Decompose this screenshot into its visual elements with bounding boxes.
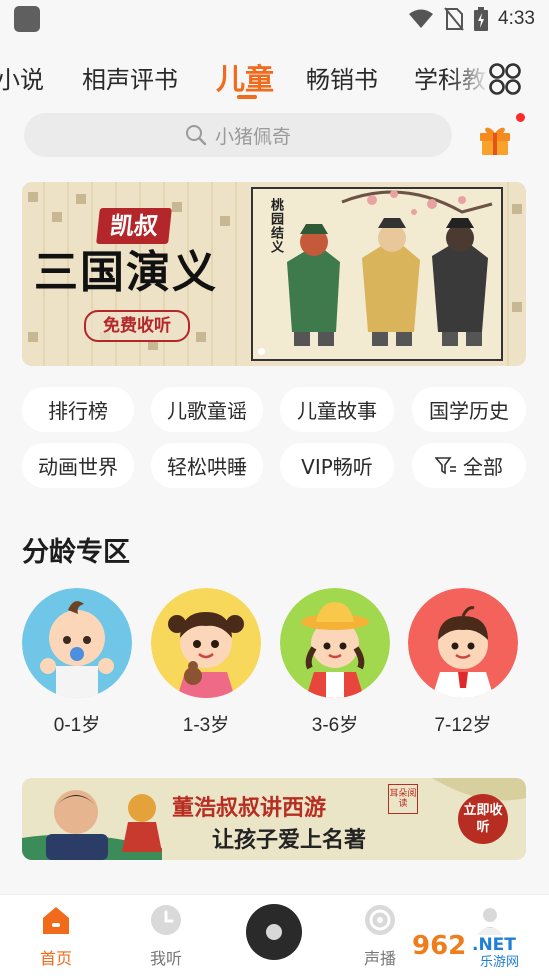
student-avatar-icon (408, 588, 518, 698)
tab-fade (450, 52, 490, 106)
watermark-suffix: .NET (472, 935, 516, 955)
chip-all[interactable]: 全部 (412, 443, 526, 488)
clock-icon (151, 905, 181, 935)
no-sim-icon (444, 7, 464, 31)
clock: 4:33 (498, 8, 535, 29)
banner-cta[interactable]: 免费收听 (84, 310, 190, 342)
gift-icon[interactable] (478, 122, 512, 156)
section-title-age: 分龄专区 (22, 537, 130, 568)
site-watermark-logo: 962 .NET 乐游网 (408, 928, 544, 970)
age-label: 3-6岁 (311, 715, 359, 736)
chip-sleep[interactable]: 轻松哄睡 (151, 443, 263, 488)
active-tab-indicator (237, 95, 257, 99)
watermark-sub: 乐游网 (480, 955, 519, 970)
tab-children[interactable]: 儿童 (216, 56, 274, 98)
disc-player-icon[interactable] (246, 904, 302, 960)
disc-center (266, 924, 282, 940)
tab-crosstalk[interactable]: 相声评书 (82, 60, 178, 95)
nav-listening[interactable]: 我听 (126, 903, 206, 969)
promo-subheadline: 让孩子爱上名著 (212, 827, 367, 853)
chip-all-label: 全部 (463, 455, 503, 479)
notification-dot (516, 113, 525, 122)
toddler-avatar-icon (151, 588, 261, 698)
tab-novel[interactable]: 小说 (0, 60, 44, 95)
baby-avatar-icon (22, 588, 132, 698)
age-group-1-3[interactable]: 1-3岁 (151, 588, 261, 736)
banner-caption: 桃园结义 (268, 198, 283, 254)
home-icon (43, 907, 69, 934)
category-tabs: 小说 相声评书 儿童 畅销书 学科教 (0, 52, 549, 106)
wifi-icon (409, 9, 434, 28)
child-avatar-icon (280, 588, 390, 698)
promo-banner[interactable]: 董浩叔叔讲西游 让孩子爱上名著 耳朵阅读 立即收听 (22, 778, 526, 860)
banner-title: 三国演义 (34, 247, 218, 298)
carousel-indicator (258, 348, 265, 355)
broadcast-icon (365, 905, 395, 935)
nav-listening-label: 我听 (149, 949, 182, 968)
chip-animation[interactable]: 动画世界 (22, 443, 134, 488)
age-label: 7-12岁 (434, 715, 492, 736)
nav-home-label: 首页 (39, 949, 72, 968)
chip-ranking[interactable]: 排行榜 (22, 387, 134, 432)
promo-headline: 董浩叔叔讲西游 (172, 795, 327, 821)
battery-icon (474, 7, 489, 31)
chip-vip[interactable]: VIP畅听 (280, 443, 394, 488)
watermark-number: 962 (412, 931, 466, 961)
hero-banner[interactable]: 凯叔 三国演义 免费收听 桃园结义 (22, 182, 526, 366)
status-icons: 4:33 (408, 6, 535, 32)
nav-home[interactable]: 首页 (16, 903, 96, 969)
chip-stories[interactable]: 儿童故事 (280, 387, 394, 432)
app-notification-icon (14, 6, 40, 32)
age-label: 0-1岁 (53, 715, 101, 736)
chip-history[interactable]: 国学历史 (412, 387, 526, 432)
all-categories-grid-icon[interactable] (488, 62, 522, 96)
tab-bestseller[interactable]: 畅销书 (306, 60, 378, 95)
age-group-3-6[interactable]: 3-6岁 (280, 588, 390, 736)
promo-cta-button[interactable]: 立即收听 (458, 794, 508, 844)
age-group-7-12[interactable]: 7-12岁 (408, 588, 518, 736)
filter-icon (435, 456, 456, 474)
chip-nursery-rhymes[interactable]: 儿歌童谣 (151, 387, 263, 432)
age-label: 1-3岁 (182, 715, 230, 736)
search-bar[interactable]: 小猪佩奇 (24, 113, 452, 157)
search-icon (185, 125, 207, 146)
search-placeholder: 小猪佩奇 (214, 125, 291, 148)
promo-stamp: 耳朵阅读 (388, 784, 418, 814)
age-group-0-1[interactable]: 0-1岁 (22, 588, 132, 736)
status-bar: 4:33 (0, 0, 549, 40)
